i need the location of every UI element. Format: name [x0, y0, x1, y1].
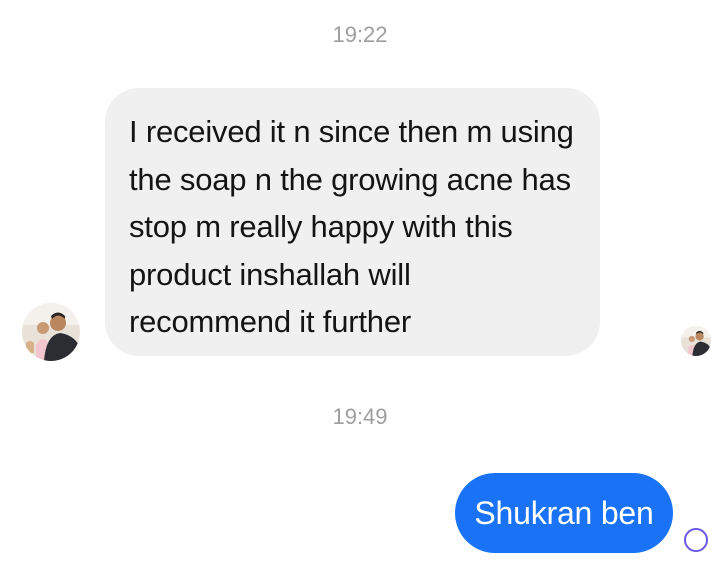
sent-status-icon	[684, 528, 708, 552]
read-receipt-avatar	[681, 326, 711, 356]
sender-avatar[interactable]	[22, 303, 80, 361]
incoming-message-bubble[interactable]: I received it n since then m using the s…	[105, 88, 600, 356]
avatar-photo-icon	[681, 326, 711, 356]
avatar-photo-icon	[22, 303, 80, 361]
outgoing-message-bubble[interactable]: Shukran ben	[455, 473, 673, 553]
timestamp: 19:49	[332, 404, 388, 429]
timestamp: 19:22	[332, 22, 388, 47]
